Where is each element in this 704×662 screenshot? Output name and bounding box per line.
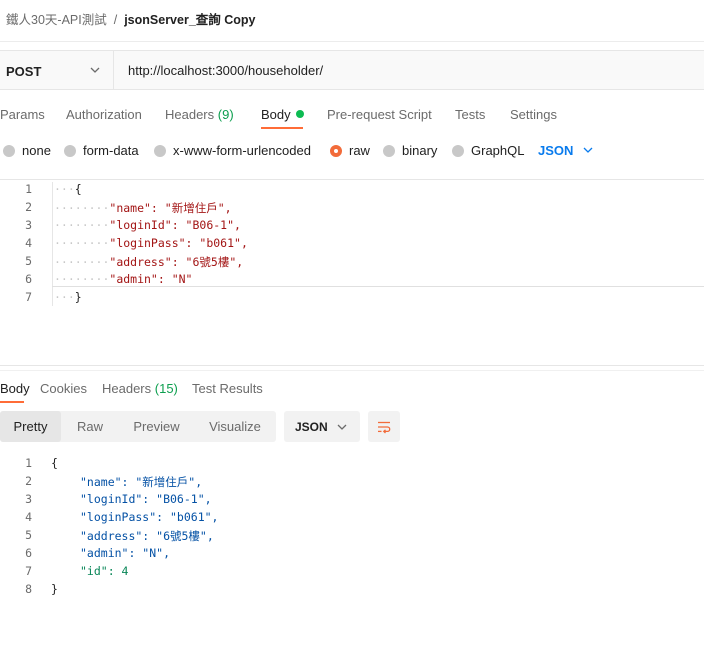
tab-body-label: Body [261,107,291,122]
radio-label: GraphQL [471,143,525,158]
radio-dot [452,144,464,157]
view-visualize-button[interactable]: Visualize [194,411,276,442]
response-line: } [51,582,58,596]
line-number: 3 [25,218,32,232]
response-line: "admin": "N", [80,546,171,560]
response-tab-test-results[interactable]: Test Results [192,381,263,396]
code-line: ········"admin": "N" [54,272,193,286]
line-number: 6 [25,546,32,560]
response-line: { [51,456,58,470]
line-number: 1 [25,456,32,470]
code-line: ········"loginPass": "b061", [54,236,248,250]
line-number: 5 [25,528,32,542]
url-bar: POST http://localhost:3000/householder/ [0,50,704,90]
radio-raw[interactable]: raw [330,143,370,158]
radio-label: binary [402,143,438,158]
response-line: "loginId": "B06-1", [80,492,212,506]
tab-pre-request-script[interactable]: Pre-request Script [327,107,432,122]
line-number: 1 [25,182,32,196]
radio-label: form-data [83,143,139,158]
tab-authorization[interactable]: Authorization [66,107,142,122]
response-line: "address": "6號5樓", [80,529,214,543]
response-divider-inner [0,370,704,371]
radio-none[interactable]: none [3,143,51,158]
code-line: ········"loginId": "B06-1", [54,218,241,232]
radio-graphql[interactable]: GraphQL [452,143,524,158]
radio-label: x-www-form-urlencoded [173,143,311,158]
radio-dot-selected [330,144,342,157]
response-tab-headers-label: Headers [102,381,152,396]
dot-icon [295,110,304,118]
line-number: 6 [25,272,32,286]
radio-form-data[interactable]: form-data [64,143,139,158]
code-line: ···{ [54,182,82,196]
code-line: ········"name": "新增住戶", [54,201,232,215]
view-raw-button[interactable]: Raw [61,411,119,442]
radio-urlencoded[interactable]: x-www-form-urlencoded [154,143,311,158]
breadcrumb-request[interactable]: jsonServer_查詢 Copy [124,13,255,27]
view-pretty-button[interactable]: Pretty [0,411,61,442]
code-line: ···} [54,290,82,304]
url-input[interactable]: http://localhost:3000/householder/ [128,63,323,78]
tab-tests[interactable]: Tests [455,107,485,122]
text-wrap-icon [378,421,391,434]
editor-gutter-line [52,182,53,306]
view-preview-button[interactable]: Preview [119,411,194,442]
view-mode-toggle: Pretty Raw Preview Visualize [0,411,276,442]
breadcrumb: 鐵人30天-API測試 / jsonServer_查詢 Copy [6,9,256,28]
line-number: 2 [25,200,32,214]
line-number: 8 [25,582,32,596]
line-number: 5 [25,254,32,268]
radio-dot [383,144,395,157]
method-select[interactable]: POST [6,64,41,79]
line-number: 7 [25,564,32,578]
radio-dot [64,144,76,157]
line-number: 3 [25,492,32,506]
tab-headers-label: Headers [165,107,215,122]
response-tab-headers[interactable]: Headers (15) [102,381,178,396]
line-number: 7 [25,290,32,304]
radio-binary[interactable]: binary [383,143,437,158]
header-divider [0,41,704,42]
chevron-down-icon [337,424,347,430]
wrap-lines-button[interactable] [368,411,400,442]
response-format-select[interactable]: JSON [284,411,360,442]
line-number: 4 [25,510,32,524]
tab-settings[interactable]: Settings [510,107,557,122]
radio-label: none [22,143,51,158]
response-tab-cookies[interactable]: Cookies [40,381,87,396]
response-tab-headers-count: (15) [154,381,178,396]
editor-divider [0,179,704,180]
response-line: "name": "新增住戶", [80,475,203,489]
active-tab-indicator [261,127,303,129]
response-line: "loginPass": "b061", [80,510,219,524]
response-line: "id": 4 [80,564,129,578]
code-line: ········"address": "6號5樓", [54,255,244,269]
tab-headers-count: (9) [217,107,234,122]
breadcrumb-separator: / [113,13,118,27]
tab-headers[interactable]: Headers (9) [165,107,234,122]
line-number: 4 [25,236,32,250]
line-number: 2 [25,474,32,488]
chevron-down-icon[interactable] [89,64,101,76]
response-format-label: JSON [295,420,328,434]
chevron-down-icon[interactable] [582,144,594,156]
method-divider [113,51,114,89]
response-tab-body[interactable]: Body [0,381,30,396]
tab-params[interactable]: Params [0,107,45,122]
radio-dot [3,144,15,157]
radio-label: raw [349,143,370,158]
response-divider [0,365,704,366]
radio-dot [154,144,166,157]
body-format-select[interactable]: JSON [538,143,573,158]
active-response-tab-indicator [0,401,24,403]
active-line-highlight [52,286,704,287]
breadcrumb-collection[interactable]: 鐵人30天-API測試 [6,13,107,27]
tab-body[interactable]: Body [261,107,304,122]
